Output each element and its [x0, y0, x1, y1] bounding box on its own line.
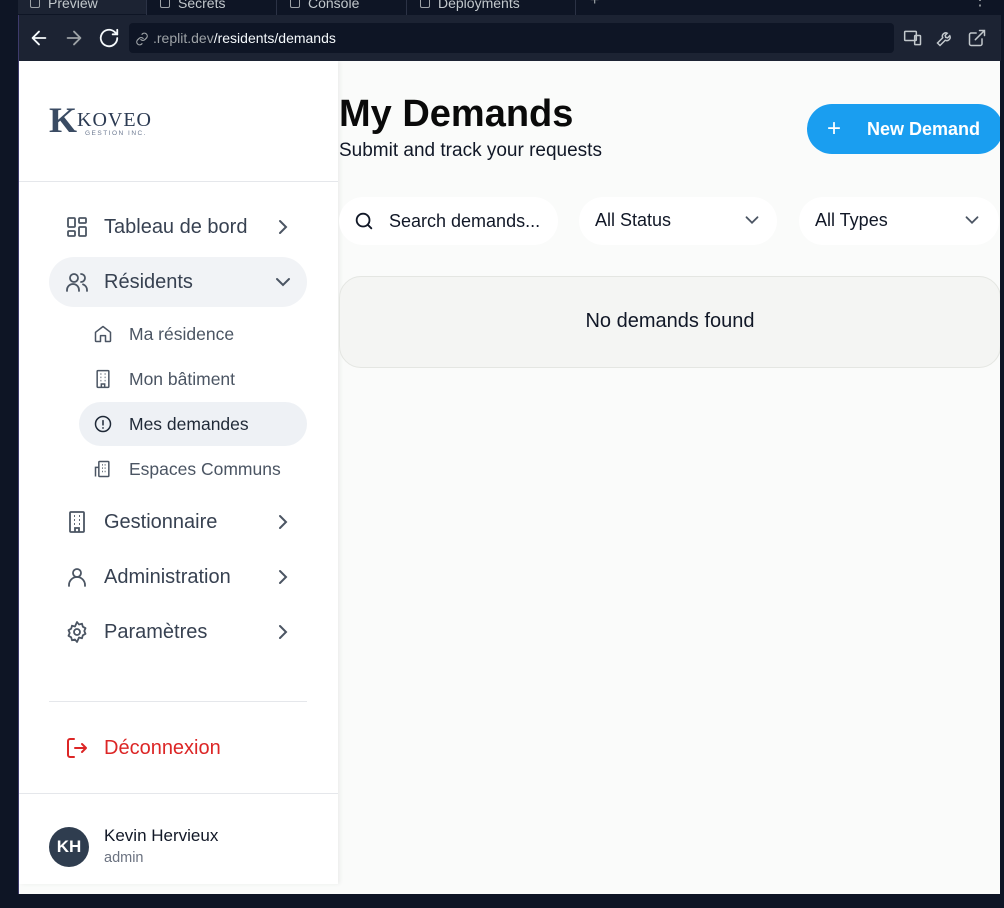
chevron-right-icon — [279, 515, 288, 529]
tab-divider — [146, 0, 147, 15]
sidebar-subitem-label: Mon bâtiment — [129, 369, 236, 389]
external-link-icon[interactable] — [967, 28, 987, 48]
url-domain: .replit.dev — [153, 30, 214, 46]
logo-sub: GESTION INC. — [85, 130, 148, 137]
ide-right-edge — [1000, 15, 1004, 894]
chevron-right-icon — [279, 625, 288, 639]
ide-left-panel — [0, 15, 18, 894]
back-icon[interactable] — [28, 27, 50, 49]
empty-state-message: No demands found — [585, 310, 755, 332]
sidebar-subitem-mon-batiment[interactable]: Mon bâtiment — [79, 357, 307, 401]
logout-button[interactable]: Déconnexion — [49, 723, 307, 773]
building-icon — [69, 511, 85, 533]
logo-k-mark: K — [49, 100, 78, 140]
sidebar-subitem-label: Espaces Communs — [129, 459, 281, 479]
tab-preview[interactable]: Preview — [18, 0, 146, 14]
main-content: My Demands Submit and track your request… — [339, 61, 1000, 894]
home-icon — [94, 325, 112, 343]
logo-word: KOVEO — [77, 109, 152, 131]
sidebar-subitem-ma-residence[interactable]: Ma résidence — [79, 312, 307, 356]
preview-icon — [30, 0, 40, 8]
chevron-down-icon — [276, 278, 290, 287]
app-page: K KOVEO GESTION INC. Tableau de bord Rés… — [19, 61, 1000, 894]
gear-icon — [67, 621, 87, 643]
tab-console-label: Console — [308, 0, 360, 11]
new-demand-button[interactable]: + New Demand — [807, 104, 1000, 154]
browser-tabbar: Preview Secrets Console Deployments + ⋮ — [0, 0, 1004, 15]
url-path: /residents/demands — [213, 30, 336, 46]
avatar: KH — [49, 827, 89, 867]
status-filter-select[interactable]: All Status — [579, 197, 777, 245]
more-icon[interactable]: ⋮ — [972, 0, 988, 10]
address-bar: .replit.dev/residents/demands — [19, 15, 1001, 61]
user-icon — [68, 568, 86, 587]
type-filter-value: All Types — [815, 210, 888, 230]
sidebar-subitem-mes-demandes[interactable]: Mes demandes — [79, 402, 307, 446]
status-filter-value: All Status — [595, 210, 672, 230]
alert-circle-icon — [94, 415, 112, 433]
user-role: admin — [104, 850, 144, 866]
plus-icon: + — [827, 115, 842, 142]
chevron-down-icon — [745, 216, 759, 225]
tab-divider — [276, 0, 277, 15]
search-input[interactable] — [389, 197, 554, 245]
deploy-icon — [420, 0, 430, 8]
sidebar-subitem-label: Mes demandes — [129, 414, 249, 434]
sidebar-item-gestionnaire[interactable]: Gestionnaire — [49, 497, 307, 547]
user-name: Kevin Hervieux — [104, 826, 219, 845]
url-field[interactable]: .replit.dev/residents/demands — [129, 23, 894, 53]
tab-deployments[interactable]: Deployments — [408, 0, 574, 14]
building-icon — [96, 369, 110, 389]
dashboard-icon — [67, 217, 87, 237]
sidebar-item-residents[interactable]: Résidents — [49, 257, 307, 307]
user-profile[interactable]: KH Kevin Hervieux admin — [19, 793, 338, 884]
wrench-icon[interactable] — [935, 28, 955, 48]
preview-frame: .replit.dev/residents/demands K KOVEO GE… — [18, 15, 1001, 894]
ide-bottom-bar — [0, 894, 1004, 908]
office-icon — [94, 460, 110, 478]
tab-secrets[interactable]: Secrets — [148, 0, 276, 14]
devices-icon[interactable] — [903, 28, 923, 48]
sidebar-divider — [49, 701, 307, 702]
sidebar-item-label: Paramètres — [104, 621, 208, 643]
tab-console[interactable]: Console — [278, 0, 406, 14]
sidebar-item-administration[interactable]: Administration — [49, 552, 307, 602]
users-icon — [66, 273, 88, 292]
koveo-logo[interactable]: K KOVEO GESTION INC. — [49, 101, 169, 141]
terminal-icon — [290, 0, 300, 8]
tab-divider — [406, 0, 407, 15]
tab-divider — [575, 0, 576, 15]
link-icon — [135, 23, 149, 53]
chevron-right-icon — [279, 220, 288, 234]
reload-icon[interactable] — [98, 27, 120, 49]
new-tab-icon[interactable]: + — [590, 0, 599, 10]
sidebar-subitem-label: Ma résidence — [129, 324, 235, 344]
search-box[interactable] — [339, 197, 558, 245]
sidebar-item-label: Résidents — [104, 271, 193, 293]
lock-icon — [160, 0, 170, 8]
sidebar-item-label: Tableau de bord — [104, 216, 248, 238]
sidebar-item-label: Gestionnaire — [104, 511, 218, 533]
sidebar-item-label: Administration — [104, 566, 231, 588]
sidebar-divider — [19, 181, 338, 182]
search-icon — [355, 212, 373, 230]
type-filter-select[interactable]: All Types — [799, 197, 999, 245]
sidebar-item-tableau-de-bord[interactable]: Tableau de bord — [49, 202, 307, 252]
forward-icon[interactable] — [63, 27, 85, 49]
sidebar-subitem-espaces-communs[interactable]: Espaces Communs — [79, 447, 307, 491]
tab-secrets-label: Secrets — [178, 0, 226, 11]
page-subtitle: Submit and track your requests — [339, 140, 602, 161]
tab-preview-label: Preview — [48, 0, 98, 11]
empty-state-card: No demands found — [339, 276, 1000, 368]
tab-deployments-label: Deployments — [438, 0, 520, 11]
sidebar-item-parametres[interactable]: Paramètres — [49, 607, 307, 657]
page-title: My Demands — [339, 93, 574, 135]
sidebar: K KOVEO GESTION INC. Tableau de bord Rés… — [19, 61, 338, 884]
chevron-right-icon — [279, 570, 288, 584]
logout-icon — [67, 738, 87, 758]
new-demand-label: New Demand — [867, 119, 981, 139]
logout-label: Déconnexion — [104, 737, 221, 759]
chevron-down-icon — [965, 216, 979, 225]
